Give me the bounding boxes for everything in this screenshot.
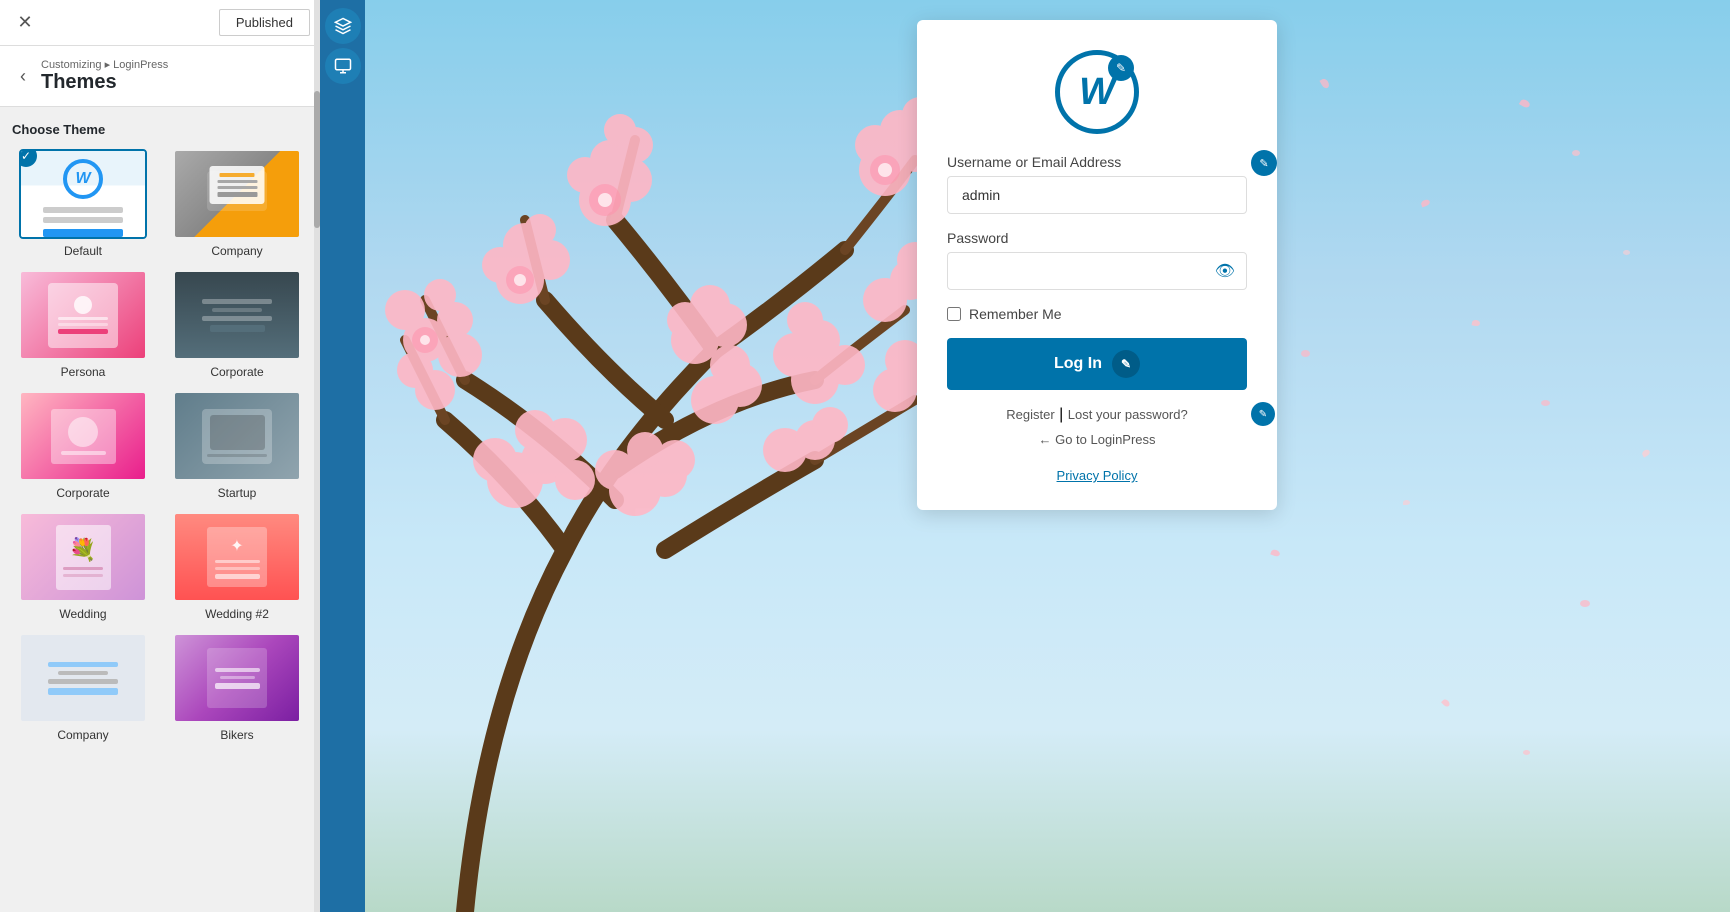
privacy-row: Privacy Policy bbox=[947, 467, 1247, 485]
theme-thumbnail-corporate2 bbox=[19, 391, 147, 481]
sidebar-content: Choose Theme ✓ W Default bbox=[0, 107, 320, 912]
theme-item-corporate[interactable]: Corporate bbox=[166, 270, 308, 379]
theme-item-corporate2[interactable]: Corporate bbox=[12, 391, 154, 500]
logo-edit-badge[interactable]: ✎ bbox=[1108, 55, 1134, 81]
login-panel: W ✎ Username or Email Address ✎ Password… bbox=[917, 20, 1277, 510]
theme-thumbnail-wedding: 💐 bbox=[19, 512, 147, 602]
theme-item-persona[interactable]: Persona bbox=[12, 270, 154, 379]
toolbar-icons bbox=[320, 0, 365, 912]
login-button-edit-icon[interactable]: ✎ bbox=[1112, 350, 1140, 378]
username-label-edit-button[interactable]: ✎ bbox=[1251, 150, 1277, 176]
toolbar-preview-button[interactable] bbox=[325, 48, 361, 84]
remember-me-checkbox[interactable] bbox=[947, 307, 961, 321]
go-to-label: ← Go to LoginPress bbox=[1038, 432, 1155, 447]
theme-thumbnail-wedding2: ✦ bbox=[173, 512, 301, 602]
lost-password-link[interactable]: Lost your password? bbox=[1068, 407, 1188, 422]
theme-item-company[interactable]: Company bbox=[166, 149, 308, 258]
password-label-text: Password bbox=[947, 230, 1008, 246]
close-button[interactable]: ✕ bbox=[10, 8, 40, 38]
theme-label-startup: Startup bbox=[218, 486, 257, 500]
username-label-text: Username or Email Address bbox=[947, 154, 1121, 170]
toolbar-edit-button[interactable] bbox=[325, 8, 361, 44]
privacy-policy-link[interactable]: Privacy Policy bbox=[1057, 468, 1138, 483]
go-to-row: ← Go to LoginPress bbox=[947, 432, 1247, 447]
theme-thumbnail-bikers bbox=[173, 633, 301, 723]
theme-thumbnail-persona bbox=[19, 270, 147, 360]
username-group: Username or Email Address ✎ bbox=[947, 154, 1247, 214]
theme-item-company2[interactable]: Company bbox=[12, 633, 154, 742]
links-row: Register | Lost your password? ✎ bbox=[947, 406, 1247, 424]
remember-me-row: Remember Me bbox=[947, 306, 1247, 322]
theme-label-default: Default bbox=[64, 244, 102, 258]
password-label: Password bbox=[947, 230, 1247, 246]
wp-logo-area: W ✎ bbox=[947, 50, 1247, 134]
theme-thumbnail-startup bbox=[173, 391, 301, 481]
theme-item-wedding2[interactable]: ✦ Wedding #2 bbox=[166, 512, 308, 621]
breadcrumb-title: Customizing ▸ LoginPress Themes bbox=[41, 58, 168, 94]
theme-label-wedding2: Wedding #2 bbox=[205, 607, 269, 621]
password-group: Password 👁 bbox=[947, 230, 1247, 290]
page-title: Themes bbox=[41, 71, 168, 94]
top-bar: ✕ Published bbox=[0, 0, 320, 46]
theme-thumbnail-corporate bbox=[173, 270, 301, 360]
username-label: Username or Email Address ✎ bbox=[947, 154, 1247, 170]
sidebar-header: ‹ Customizing ▸ LoginPress Themes bbox=[0, 46, 320, 107]
login-button[interactable]: Log In ✎ bbox=[947, 338, 1247, 390]
theme-item-bikers[interactable]: Bikers bbox=[166, 633, 308, 742]
links-separator: | bbox=[1059, 406, 1068, 423]
theme-label-company2: Company bbox=[57, 728, 108, 742]
password-input[interactable] bbox=[947, 252, 1247, 290]
theme-label-corporate2: Corporate bbox=[56, 486, 109, 500]
theme-item-default[interactable]: ✓ W Default bbox=[12, 149, 154, 258]
wp-logo-circle: W ✎ bbox=[1055, 50, 1139, 134]
published-button[interactable]: Published bbox=[219, 9, 310, 36]
main-preview: W ✎ Username or Email Address ✎ Password… bbox=[320, 0, 1730, 912]
theme-label-bikers: Bikers bbox=[220, 728, 253, 742]
sidebar-panel: ✕ Published ‹ Customizing ▸ LoginPress T… bbox=[0, 0, 320, 912]
choose-theme-label: Choose Theme bbox=[12, 122, 308, 137]
theme-thumbnail-company bbox=[173, 149, 301, 239]
theme-label-wedding: Wedding bbox=[59, 607, 106, 621]
theme-label-corporate: Corporate bbox=[210, 365, 263, 379]
remember-me-label: Remember Me bbox=[969, 306, 1062, 322]
theme-thumbnail-default: ✓ W bbox=[19, 149, 147, 239]
register-link[interactable]: Register bbox=[1006, 407, 1054, 422]
username-input[interactable] bbox=[947, 176, 1247, 214]
back-button[interactable]: ‹ bbox=[15, 66, 31, 87]
login-button-label: Log In bbox=[1054, 355, 1102, 373]
theme-label-persona: Persona bbox=[61, 365, 106, 379]
password-toggle-icon[interactable]: 👁 bbox=[1215, 261, 1235, 281]
themes-grid: ✓ W Default bbox=[12, 149, 308, 742]
theme-label-company: Company bbox=[211, 244, 262, 258]
theme-thumbnail-company2 bbox=[19, 633, 147, 723]
password-wrapper: 👁 bbox=[947, 252, 1247, 290]
theme-item-startup[interactable]: Startup bbox=[166, 391, 308, 500]
theme-item-wedding[interactable]: 💐 Wedding bbox=[12, 512, 154, 621]
wp-logo-text: W bbox=[1079, 71, 1115, 114]
links-edit-button[interactable]: ✎ bbox=[1251, 402, 1275, 426]
breadcrumb: Customizing ▸ LoginPress bbox=[41, 58, 168, 71]
